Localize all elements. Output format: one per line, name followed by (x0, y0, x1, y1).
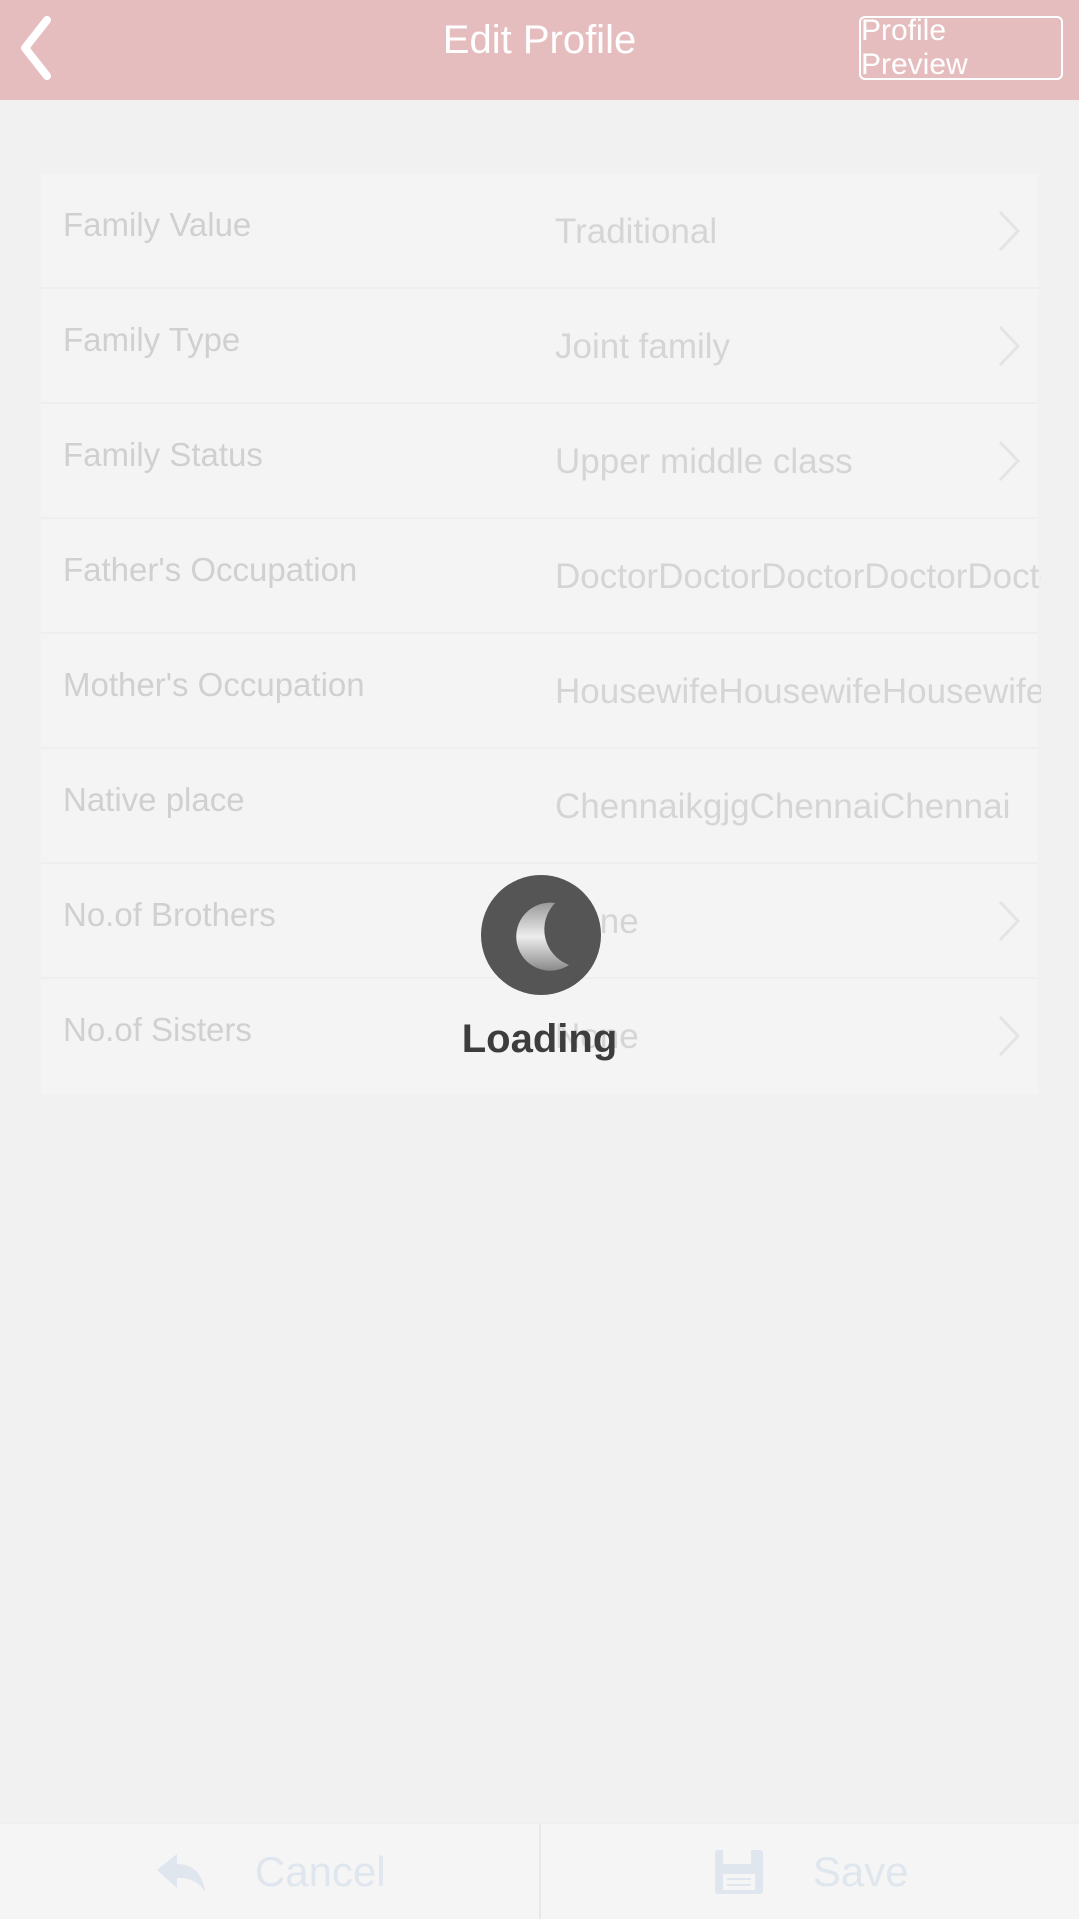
header-bar: Edit Profile Profile Preview (0, 0, 1079, 100)
row-value: Joint family (555, 327, 731, 366)
chevron-right-icon (998, 440, 1021, 482)
footer-action-bar: Cancel Save (0, 1822, 1079, 1919)
row-fathers-occupation[interactable]: Father's Occupation DoctorDoctorDoctorDo… (41, 519, 1041, 634)
row-family-value[interactable]: Family Value Traditional (41, 174, 1038, 289)
save-icon (714, 1849, 763, 1894)
row-label: No.of Brothers (63, 896, 276, 933)
row-label: Native place (63, 781, 245, 818)
loading-spinner (481, 875, 601, 995)
profile-preview-button[interactable]: Profile Preview (859, 14, 1063, 81)
spinner-arc-icon (516, 902, 569, 971)
row-value: ChennaikgjgChennaiChennai (555, 787, 1011, 826)
chevron-right-icon (998, 900, 1021, 942)
cancel-button[interactable]: Cancel (0, 1824, 539, 1919)
row-value: HousewifeHousewifeHousewife (555, 672, 1041, 711)
cancel-label: Cancel (254, 1847, 386, 1895)
row-mothers-occupation[interactable]: Mother's Occupation HousewifeHousewifeHo… (41, 634, 1041, 749)
chevron-right-icon (998, 325, 1021, 367)
row-label: Family Type (63, 321, 241, 358)
row-family-status[interactable]: Family Status Upper middle class (41, 404, 1038, 519)
row-value: None (555, 902, 1041, 942)
loading-label: Loading (461, 1017, 618, 1061)
row-family-type[interactable]: Family Type Joint family (41, 289, 1038, 404)
reply-icon (156, 1853, 205, 1892)
row-label: Family Status (63, 436, 263, 473)
row-native-place[interactable]: Native place ChennaikgjgChennaiChennai (41, 749, 1038, 864)
row-label: Father's Occupation (63, 551, 358, 588)
row-label: Mother's Occupation (63, 666, 365, 703)
save-label: Save (812, 1847, 909, 1895)
chevron-right-icon (998, 210, 1021, 252)
row-label: Family Value (63, 206, 252, 243)
row-value: Traditional (555, 212, 718, 251)
row-value: DoctorDoctorDoctorDoctorDoctor (555, 557, 1041, 596)
row-value: Upper middle class (555, 442, 853, 481)
save-button[interactable]: Save (538, 1824, 1079, 1919)
